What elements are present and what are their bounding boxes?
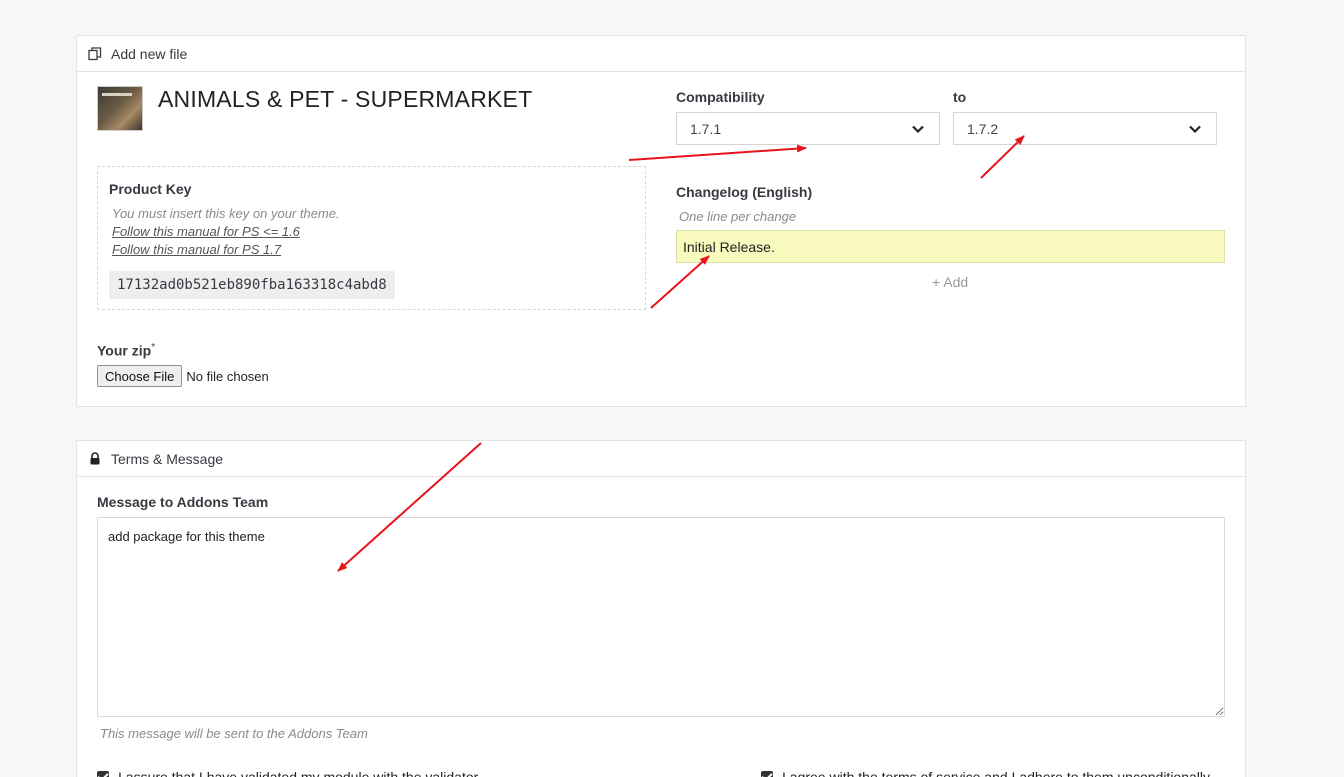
product-thumbnail	[97, 86, 143, 131]
add-file-panel-header: Add new file	[77, 36, 1245, 72]
changelog-label: Changelog (English)	[676, 184, 813, 200]
terms-checkbox-label: I agree with the terms of service and I …	[782, 769, 1211, 777]
compatibility-to-select[interactable]: 1.7.2	[953, 112, 1217, 145]
manual-link-ps16[interactable]: Follow this manual for PS <= 1.6	[112, 223, 634, 241]
terms-checkbox[interactable]	[761, 771, 773, 777]
validator-checkbox-label: I assure that I have validated my module…	[118, 769, 479, 777]
terms-panel-header: Terms & Message	[77, 441, 1245, 477]
validator-checkbox-row[interactable]: I assure that I have validated my module…	[97, 769, 478, 777]
compatibility-from-select[interactable]: 1.7.1	[676, 112, 940, 145]
add-file-panel-title: Add new file	[111, 45, 188, 62]
lock-icon	[87, 451, 103, 467]
changelog-input[interactable]: Initial Release.	[676, 230, 1225, 263]
changelog-add-button[interactable]: + Add	[932, 274, 968, 290]
compatibility-label: Compatibility	[676, 89, 765, 105]
product-key-value[interactable]: 17132ad0b521eb890fba163318c4abd8	[109, 271, 395, 299]
zip-label: Your zip*	[97, 342, 155, 359]
file-status: No file chosen	[186, 368, 269, 384]
terms-panel: Terms & Message Message to Addons Team a…	[76, 440, 1246, 777]
product-key-hint: You must insert this key on your theme.	[112, 206, 340, 221]
message-hint: This message will be sent to the Addons …	[100, 726, 368, 741]
product-key-label: Product Key	[109, 181, 192, 197]
terms-checkbox-row[interactable]: I agree with the terms of service and I …	[761, 769, 1210, 777]
message-label: Message to Addons Team	[97, 494, 269, 510]
chevron-down-icon	[912, 125, 924, 134]
add-file-panel: Add new file ANIMALS & PET - SUPERMARKET…	[76, 35, 1246, 407]
choose-file-button[interactable]: Choose File	[97, 365, 183, 387]
copy-icon	[87, 46, 103, 62]
compatibility-to-value: 1.7.2	[967, 120, 999, 137]
compatibility-from-value: 1.7.1	[690, 120, 722, 137]
terms-panel-title: Terms & Message	[111, 450, 224, 467]
chevron-down-icon	[1189, 125, 1201, 134]
required-mark: *	[151, 342, 156, 353]
validator-checkbox[interactable]	[97, 771, 109, 777]
compatibility-to-label: to	[953, 89, 967, 105]
zip-file-input: Choose File No file chosen	[97, 365, 269, 387]
product-title: ANIMALS & PET - SUPERMARKET	[158, 86, 533, 112]
changelog-hint: One line per change	[679, 209, 797, 224]
product-key-box: Product Key You must insert this key on …	[97, 166, 646, 310]
manual-link-ps17[interactable]: Follow this manual for PS 1.7	[112, 241, 634, 259]
message-textarea[interactable]: add package for this theme	[97, 517, 1225, 717]
zip-label-text: Your zip	[97, 342, 152, 359]
